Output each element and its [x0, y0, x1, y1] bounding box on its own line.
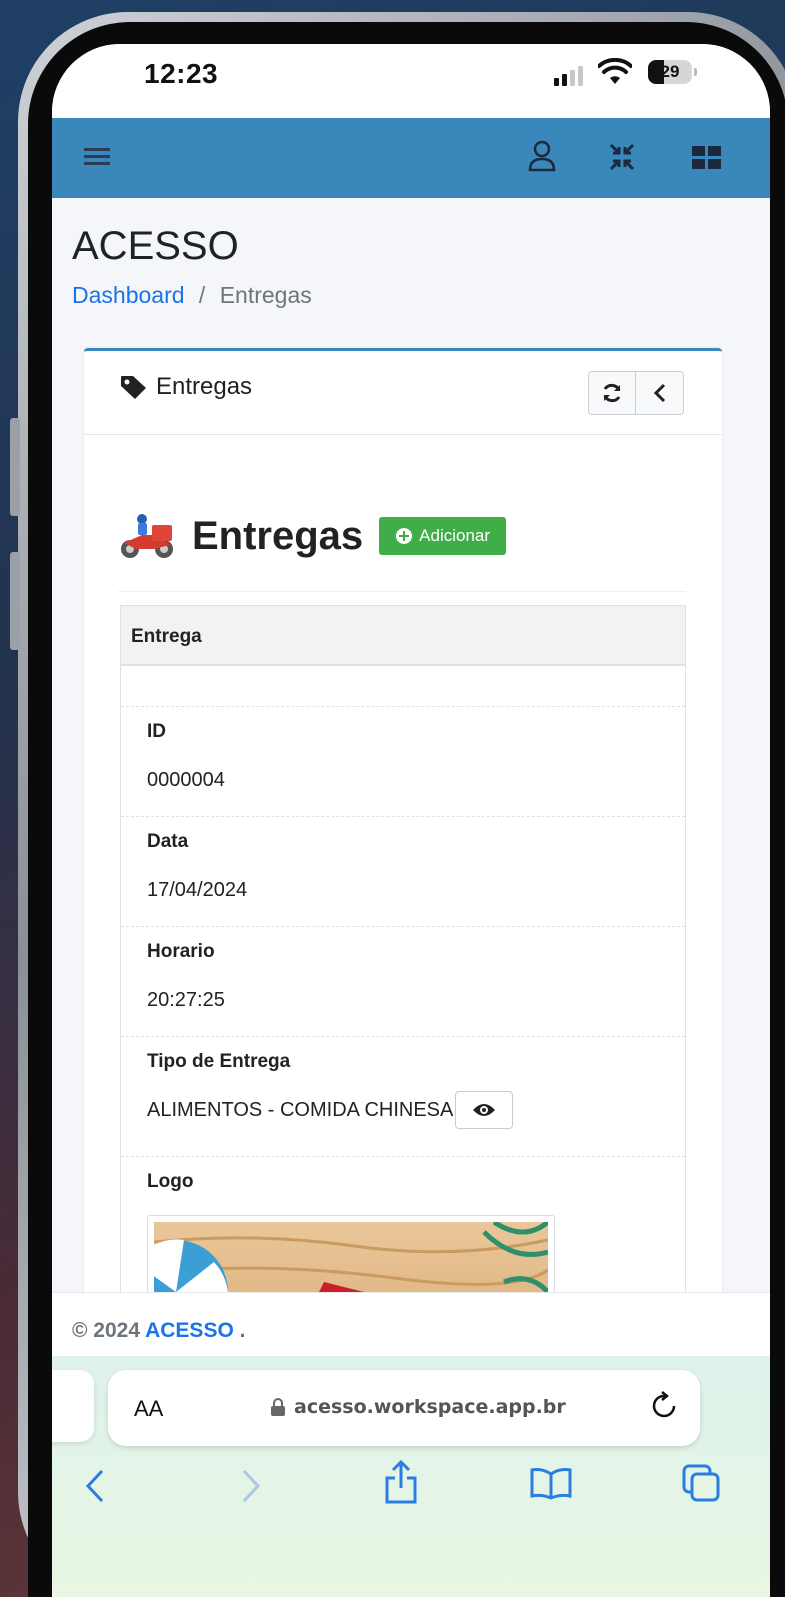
footer-suffix: . — [239, 1319, 246, 1342]
breadcrumb-current: Entregas — [219, 282, 312, 308]
battery-cap — [694, 68, 697, 76]
row-label: Horario — [147, 941, 215, 962]
card-title: Entregas — [120, 373, 252, 401]
signal-icon — [554, 66, 583, 86]
table-row: ID 0000004 — [121, 707, 685, 817]
delivery-scooter-icon — [121, 514, 173, 558]
grid-icon[interactable] — [692, 146, 722, 170]
view-button[interactable] — [455, 1091, 514, 1129]
section-heading: Entregas Adicionar — [118, 511, 507, 561]
menu-icon[interactable] — [84, 146, 112, 168]
table-rows: ID 0000004 Data 17/04/2024 Horario 20:27… — [121, 706, 685, 1350]
tabs-icon[interactable] — [682, 1464, 720, 1502]
row-label: Data — [147, 831, 189, 852]
screen: 12:23 29 ACESSO Dashboard / Entregas Ent… — [52, 44, 770, 1597]
back-button[interactable] — [636, 371, 684, 415]
plus-circle-icon — [396, 528, 413, 544]
row-value: 17/04/2024 — [147, 879, 248, 901]
user-icon[interactable] — [528, 140, 556, 172]
page-title: ACESSO — [72, 224, 239, 268]
eye-icon — [473, 1104, 496, 1116]
row-label: Logo — [147, 1171, 194, 1192]
card-header: Entregas — [84, 351, 722, 435]
add-button[interactable]: Adicionar — [379, 517, 507, 555]
table-row: Data 17/04/2024 — [121, 817, 685, 927]
previous-tab-preview[interactable] — [52, 1370, 94, 1442]
breadcrumb: Dashboard / Entregas — [72, 282, 312, 309]
lock-icon — [271, 1398, 285, 1416]
bookmarks-icon[interactable] — [530, 1468, 572, 1500]
breadcrumb-dashboard-link[interactable]: Dashboard — [72, 282, 185, 308]
browser-bar: AA acesso.workspace.app.br — [52, 1356, 770, 1597]
reader-options-button[interactable]: AA — [134, 1396, 163, 1422]
row-label: Tipo de Entrega — [147, 1051, 291, 1072]
entrega-table: Entrega ID 0000004 Data 17/04/2024 Horar… — [120, 605, 686, 1351]
page-footer: © 2024 ACESSO . — [52, 1292, 770, 1356]
address-bar[interactable]: AA acesso.workspace.app.br — [108, 1370, 700, 1446]
refresh-icon — [603, 383, 621, 403]
row-label: ID — [147, 721, 166, 742]
table-header: Entrega — [121, 606, 685, 666]
battery-icon: 29 — [648, 60, 692, 84]
table-row: Horario 20:27:25 — [121, 927, 685, 1037]
back-arrow-icon[interactable] — [84, 1468, 106, 1504]
url-text: acesso.workspace.app.br — [294, 1396, 566, 1418]
breadcrumb-separator: / — [198, 282, 206, 308]
tipo-entrega-value: ALIMENTOS - COMIDA CHINESA — [147, 1098, 454, 1121]
footer-brand-link[interactable]: ACESSO — [145, 1319, 234, 1342]
row-value: ALIMENTOS - COMIDA CHINESA — [147, 1091, 659, 1129]
tag-icon — [121, 376, 146, 399]
share-icon[interactable] — [384, 1460, 418, 1504]
top-navbar — [52, 118, 770, 198]
reload-icon[interactable] — [650, 1390, 680, 1422]
battery-level: 29 — [660, 62, 680, 81]
compress-icon[interactable] — [608, 142, 636, 172]
refresh-button[interactable] — [588, 371, 636, 415]
status-bar: 12:23 29 — [52, 44, 770, 118]
divider — [118, 591, 686, 592]
table-row: Tipo de Entrega ALIMENTOS - COMIDA CHINE… — [121, 1037, 685, 1157]
entregas-card: Entregas Entregas Adicionar Entrega ID 0… — [84, 348, 722, 1351]
add-button-label: Adicionar — [419, 526, 491, 545]
status-time: 12:23 — [144, 58, 219, 89]
volume-down-button — [10, 552, 20, 650]
url-display[interactable]: acesso.workspace.app.br — [270, 1396, 566, 1418]
card-tools — [588, 371, 684, 415]
section-title: Entregas — [192, 513, 364, 558]
row-value: 0000004 — [147, 769, 225, 791]
chevron-left-icon — [653, 383, 665, 403]
row-value: 20:27:25 — [147, 989, 225, 1011]
card-title-text: Entregas — [156, 373, 253, 400]
footer-copyright: © 2024 — [72, 1319, 141, 1342]
volume-up-button — [10, 418, 20, 516]
wifi-icon — [598, 58, 632, 84]
forward-arrow-icon[interactable] — [240, 1468, 262, 1504]
